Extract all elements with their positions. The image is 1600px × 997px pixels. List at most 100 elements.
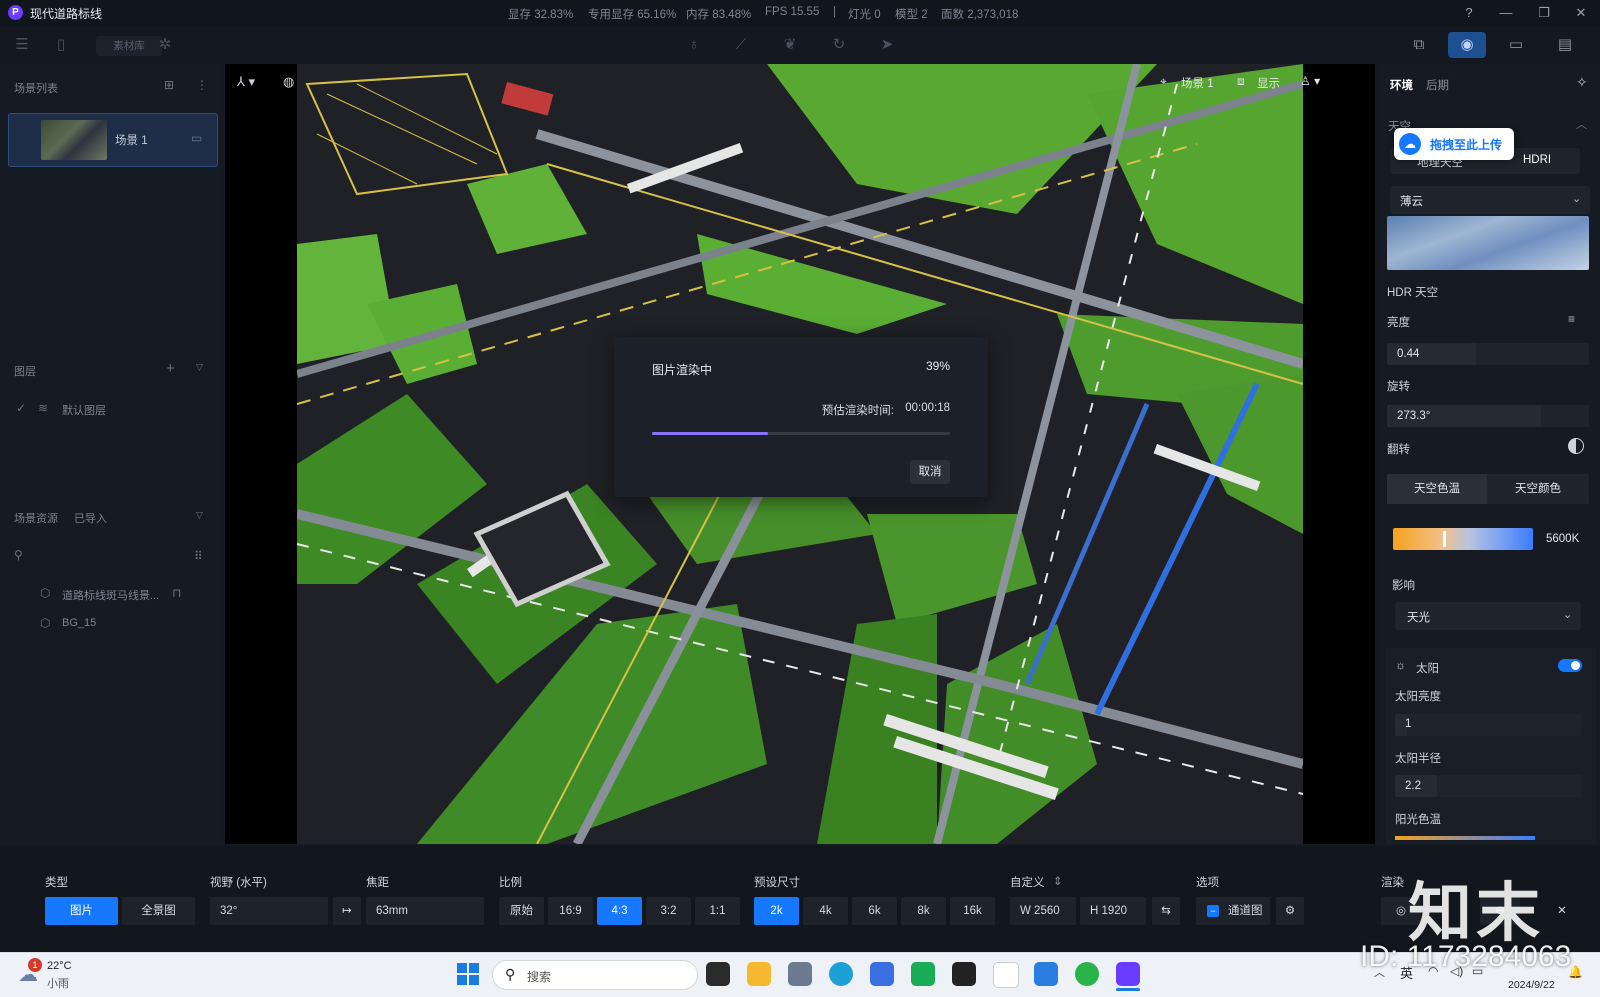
edge-icon[interactable]: [829, 962, 853, 986]
taskbar-search[interactable]: ⚲ 搜索: [492, 960, 698, 990]
sky-preset-select[interactable]: 薄云 ⌄: [1390, 186, 1590, 214]
cancel-render-button[interactable]: 取消: [910, 460, 950, 484]
rotation-slider[interactable]: 273.3°: [1387, 405, 1589, 427]
restore-button[interactable]: ❐: [1533, 3, 1555, 23]
viewport-scene-label[interactable]: 场景 1: [1181, 75, 1214, 91]
type-panorama-button[interactable]: 全景图: [122, 897, 195, 925]
watermark-id: ID: 1173284063: [1360, 940, 1572, 973]
minimize-button[interactable]: —: [1495, 3, 1517, 23]
render-app-icon[interactable]: [1116, 962, 1140, 986]
calculator-icon[interactable]: [788, 962, 812, 986]
light-icon[interactable]: ♁: [681, 33, 707, 57]
tab-post[interactable]: 后期: [1426, 77, 1449, 93]
video-icon[interactable]: ▭: [1497, 32, 1535, 58]
asset-item-road[interactable]: 道路标线斑马线景...: [62, 587, 159, 603]
more-icon[interactable]: ⋮: [196, 78, 208, 92]
layers-title: 图层: [14, 366, 36, 378]
width-input[interactable]: W 2560: [1010, 897, 1076, 925]
ratio-1-1-button[interactable]: 1:1: [695, 897, 740, 925]
menu-icon[interactable]: ☰: [9, 33, 35, 57]
preset-6k-button[interactable]: 6k: [852, 897, 897, 925]
flip-toggle-icon[interactable]: [1568, 438, 1584, 454]
swap-dimensions-icon[interactable]: ⇆: [1152, 897, 1180, 925]
app-cube-icon[interactable]: [1034, 962, 1058, 986]
ratio-original-button[interactable]: 原始: [499, 897, 544, 925]
search-icon[interactable]: ⚲: [14, 548, 23, 562]
collapse-layers-icon[interactable]: ▽: [196, 362, 203, 373]
camera-icon[interactable]: ◉: [1448, 32, 1486, 58]
chevron-up-icon[interactable]: ︿: [1576, 116, 1587, 132]
tab-environment[interactable]: 环境: [1390, 77, 1413, 93]
sun-color-slider[interactable]: [1395, 836, 1535, 840]
grid-view-icon[interactable]: ⠿: [194, 549, 203, 563]
ratio-3-2-button[interactable]: 3:2: [646, 897, 691, 925]
focus-icon[interactable]: ⌖: [1160, 74, 1167, 89]
sparkle-icon[interactable]: ✧: [1576, 74, 1588, 91]
close-render-bar-icon[interactable]: ✕: [1542, 897, 1582, 925]
app-box-icon[interactable]: [952, 962, 976, 986]
check-icon[interactable]: ✓: [16, 401, 26, 415]
adjust-icon[interactable]: ≡: [1568, 312, 1575, 326]
sky-preview-thumbnail[interactable]: [1387, 216, 1589, 270]
app-colorful-icon[interactable]: [993, 962, 1019, 988]
display-icon[interactable]: ⧈: [1237, 74, 1245, 89]
camera-mode-icon[interactable]: ♙ ▾: [1300, 74, 1320, 88]
height-input[interactable]: H 1920: [1080, 897, 1146, 925]
color-temp-handle[interactable]: [1443, 531, 1446, 547]
asset-item-bg[interactable]: BG_15: [62, 617, 96, 629]
windows-start-icon[interactable]: [457, 963, 479, 985]
leaf-icon[interactable]: ❦: [777, 33, 803, 57]
sun-radius-slider[interactable]: 2.2: [1395, 775, 1581, 797]
sun-brightness-slider[interactable]: 1: [1395, 714, 1581, 736]
add-scene-icon[interactable]: ⊞: [164, 78, 174, 92]
inbox-icon[interactable]: ▤: [1546, 32, 1584, 58]
custom-info-icon[interactable]: ⇕: [1053, 874, 1063, 888]
fov-input[interactable]: 32°: [210, 897, 328, 925]
display-button[interactable]: 显示: [1257, 75, 1280, 91]
preset-2k-button[interactable]: 2k: [754, 897, 799, 925]
fov-lock-icon[interactable]: ↦: [333, 897, 361, 925]
tab-sky-color[interactable]: 天空颜色: [1488, 474, 1588, 504]
upload-tooltip[interactable]: ☁ 拖拽至此上传: [1394, 128, 1514, 160]
brightness-slider[interactable]: 0.44: [1387, 343, 1589, 365]
add-layer-icon[interactable]: +: [166, 360, 175, 377]
custom-label: 自定义: [1010, 877, 1045, 889]
wechat-icon[interactable]: [1075, 962, 1099, 986]
assets-subtitle[interactable]: 已导入: [74, 510, 107, 526]
influence-select[interactable]: 天光 ⌄: [1395, 602, 1581, 630]
tab-hdri[interactable]: HDRI: [1523, 154, 1551, 166]
rotate-icon[interactable]: ↻: [826, 33, 852, 57]
preset-8k-button[interactable]: 8k: [901, 897, 946, 925]
file-explorer-icon[interactable]: [747, 962, 771, 986]
pointer-icon[interactable]: ➤: [874, 33, 900, 57]
task-view-icon[interactable]: [706, 962, 730, 986]
default-layer-label[interactable]: 默认图层: [62, 402, 106, 418]
preset-4k-button[interactable]: 4k: [803, 897, 848, 925]
scene-item[interactable]: 场景 1 ▭: [8, 113, 218, 167]
gizmo-icon[interactable]: ⅄ ▾: [237, 74, 255, 90]
options-settings-icon[interactable]: ⚙: [1276, 897, 1304, 925]
ratio-16-9-button[interactable]: 16:9: [548, 897, 593, 925]
camera-small-icon[interactable]: ▭: [191, 131, 202, 145]
store-icon[interactable]: [870, 962, 894, 986]
preset-label: 预设尺寸: [754, 877, 800, 889]
file-icon[interactable]: ▯: [48, 33, 74, 57]
help-icon[interactable]: ?: [1458, 3, 1480, 23]
color-temp-slider[interactable]: [1393, 528, 1533, 550]
collapse-assets-icon[interactable]: ▽: [196, 510, 203, 521]
image-render-icon[interactable]: ⧉: [1400, 32, 1438, 58]
path-icon[interactable]: ⟋: [728, 33, 754, 57]
settings-icon[interactable]: ✲: [152, 33, 178, 57]
lock-icon[interactable]: ⊓: [172, 586, 181, 600]
app-green-icon[interactable]: [911, 962, 935, 986]
type-image-button[interactable]: 图片: [45, 897, 118, 925]
ratio-4-3-button[interactable]: 4:3: [597, 897, 642, 925]
channel-checkbox[interactable]: −: [1207, 905, 1219, 917]
tab-sky-color-temp[interactable]: 天空色温: [1387, 474, 1487, 504]
preset-16k-button[interactable]: 16k: [950, 897, 995, 925]
sun-radius-label: 太阳半径: [1395, 753, 1441, 765]
focal-input[interactable]: 63mm: [366, 897, 484, 925]
globe-icon[interactable]: ◍: [283, 74, 294, 90]
close-window-button[interactable]: ✕: [1570, 3, 1592, 23]
sun-toggle[interactable]: [1558, 659, 1582, 672]
